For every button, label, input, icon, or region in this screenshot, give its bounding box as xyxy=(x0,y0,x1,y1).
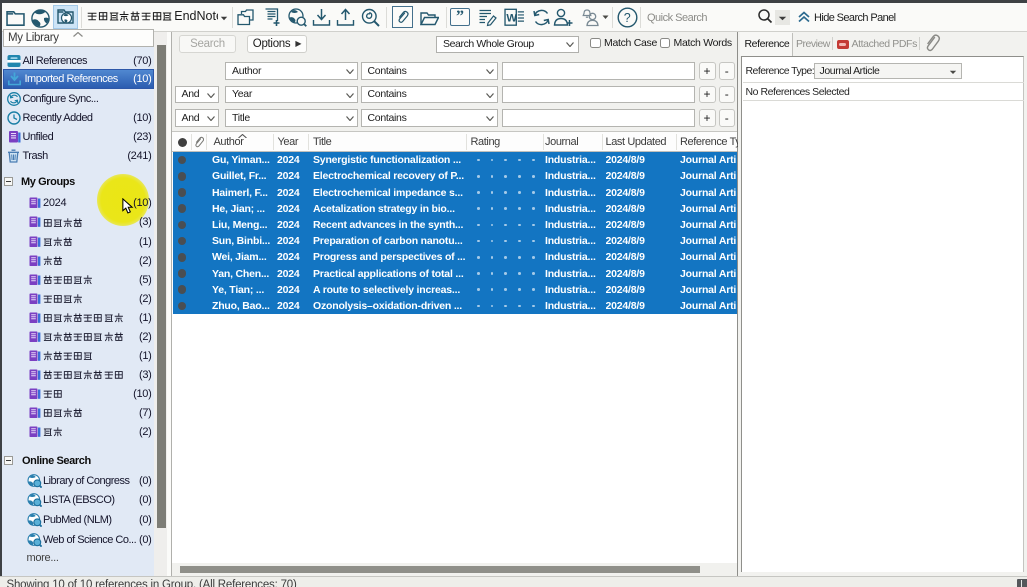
svg-text:?: ? xyxy=(624,11,631,25)
svg-text:W: W xyxy=(506,13,517,25)
